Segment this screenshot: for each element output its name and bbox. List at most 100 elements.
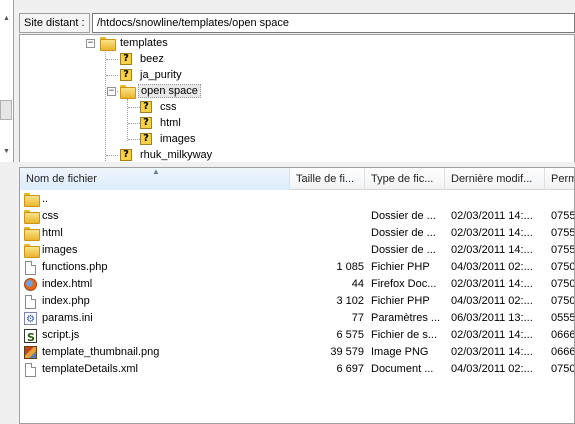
file-name: index.html — [42, 278, 93, 290]
unknown-folder-icon: ? — [140, 133, 152, 145]
tree-connector — [106, 75, 118, 76]
file-row[interactable]: css Dossier de ... 02/03/2011 14:... 075… — [20, 208, 575, 225]
file-modified: 04/03/2011 02:... — [451, 295, 533, 307]
file-type: Document ... — [371, 363, 434, 375]
unknown-folder-icon: ? — [140, 101, 152, 113]
column-header-type[interactable]: Type de fic... — [365, 168, 445, 190]
file-type: Image PNG — [371, 346, 429, 358]
collapse-icon[interactable]: − — [86, 39, 95, 48]
tree-connector — [127, 99, 128, 141]
file-permissions: 0750 — [551, 261, 575, 273]
file-type: Dossier de ... — [371, 244, 436, 256]
file-name: css — [42, 210, 59, 222]
unknown-folder-icon: ? — [120, 53, 132, 65]
file-type: Paramètres ... — [371, 312, 441, 324]
file-permissions: 0755 — [551, 227, 575, 239]
remote-site-label: Site distant : — [19, 13, 90, 33]
firefox-icon — [24, 278, 37, 291]
folder-icon — [100, 37, 116, 51]
file-size: 6 575 — [336, 329, 364, 341]
tree-item-label: beez — [140, 53, 164, 65]
file-size: 6 697 — [336, 363, 364, 375]
file-name: images — [42, 244, 78, 256]
tree-item-open-space[interactable]: open space — [120, 83, 201, 99]
file-permissions: 0750 — [551, 278, 575, 290]
tree-item-rhuk-milkyway[interactable]: ? rhuk_milkyway — [120, 147, 214, 162]
file-name: index.php — [42, 295, 90, 307]
file-size: 77 — [351, 312, 364, 324]
file-row[interactable]: .. — [20, 191, 574, 208]
file-permissions: 0750 — [551, 363, 575, 375]
file-type: Fichier PHP — [371, 261, 430, 273]
file-icon — [25, 260, 36, 275]
file-modified: 04/03/2011 02:... — [451, 363, 533, 375]
tree-item-ja-purity[interactable]: ? ja_purity — [120, 67, 184, 83]
file-permissions: 0555 — [551, 312, 575, 324]
file-row[interactable]: script.js 6 575 Fichier de s... 02/03/20… — [20, 327, 575, 344]
column-header-name[interactable]: Nom de fichier ▲ — [20, 168, 290, 190]
file-row[interactable]: template_thumbnail.png 39 579 Image PNG … — [20, 344, 575, 361]
file-type: Dossier de ... — [371, 210, 436, 222]
file-name: html — [42, 227, 63, 239]
file-icon — [25, 362, 36, 377]
file-size — [290, 242, 364, 259]
tree-item-label: images — [160, 133, 196, 145]
file-size: 1 085 — [336, 261, 364, 273]
file-type: Dossier de ... — [371, 227, 436, 239]
folder-icon — [24, 243, 40, 258]
scroll-down-icon[interactable]: ▼ — [3, 148, 10, 155]
script-icon — [24, 328, 37, 344]
tree-item-label: html — [160, 117, 181, 129]
file-permissions: 0755 — [551, 210, 575, 222]
file-row[interactable]: templateDetails.xml 6 697 Document ... 0… — [20, 361, 575, 378]
column-header-size[interactable]: Taille de fi... — [290, 168, 365, 190]
file-size: 3 102 — [336, 295, 364, 307]
file-permissions: 0666 — [551, 329, 575, 341]
file-row[interactable]: index.php 3 102 Fichier PHP 04/03/2011 0… — [20, 293, 575, 310]
tree-connector — [128, 107, 140, 108]
folder-icon — [120, 85, 136, 99]
tree-item-html[interactable]: ? html — [140, 115, 183, 131]
tree-connector — [128, 123, 140, 124]
tree-item-images[interactable]: ? images — [140, 131, 197, 147]
file-name: templateDetails.xml — [42, 363, 138, 375]
collapse-icon[interactable]: − — [107, 87, 116, 96]
file-size: 44 — [351, 278, 364, 290]
file-row[interactable]: index.html 44 Firefox Doc... 02/03/2011 … — [20, 276, 575, 293]
file-modified: 02/03/2011 14:... — [451, 278, 533, 290]
column-header-label: Nom de fichier — [26, 173, 97, 185]
file-row[interactable]: functions.php 1 085 Fichier PHP 04/03/20… — [20, 259, 575, 276]
remote-file-list: Nom de fichier ▲ Taille de fi... Type de… — [19, 167, 575, 424]
file-row[interactable]: images Dossier de ... 02/03/2011 14:... … — [20, 242, 574, 259]
remote-directory-tree: − templates ? beez ? ja_purity − open sp… — [19, 34, 575, 162]
file-modified: 02/03/2011 14:... — [451, 329, 533, 341]
file-type: Firefox Doc... — [371, 278, 437, 290]
file-permissions: 0750 — [551, 295, 575, 307]
file-name: .. — [42, 193, 49, 205]
file-row[interactable]: html Dossier de ... 02/03/2011 14:... 07… — [20, 225, 575, 242]
unknown-folder-icon: ? — [120, 149, 132, 161]
tree-item-label: css — [160, 101, 177, 113]
file-name: functions.php — [42, 261, 108, 273]
scroll-up-icon[interactable]: ▲ — [3, 15, 10, 22]
file-row[interactable]: params.ini 77 Paramètres ... 06/03/2011 … — [20, 310, 575, 327]
column-header-label: Type de fic... — [371, 173, 434, 185]
column-header-label: Dernière modif... — [451, 173, 533, 185]
remote-path-input[interactable]: /htdocs/snowline/templates/open space — [92, 13, 575, 33]
file-type: Fichier PHP — [371, 295, 430, 307]
tree-item-beez[interactable]: ? beez — [120, 51, 166, 67]
column-header-permissions[interactable]: Perm — [545, 168, 574, 190]
file-modified: 02/03/2011 14:... — [451, 210, 533, 222]
local-pane-edge: ▲ ▼ — [0, 0, 14, 163]
file-name: script.js — [42, 329, 80, 341]
column-header-modified[interactable]: Dernière modif... — [445, 168, 545, 190]
column-header-label: Taille de fi... — [296, 173, 355, 185]
tree-item-css[interactable]: ? css — [140, 99, 179, 115]
tree-item-templates[interactable]: templates — [100, 35, 170, 51]
file-icon — [25, 294, 36, 309]
tree-connector — [106, 59, 118, 60]
file-permissions: 0666 — [551, 346, 575, 358]
local-scrollbar-thumb[interactable] — [0, 100, 12, 120]
image-icon — [24, 346, 37, 359]
tree-item-label: rhuk_milkyway — [140, 149, 213, 161]
